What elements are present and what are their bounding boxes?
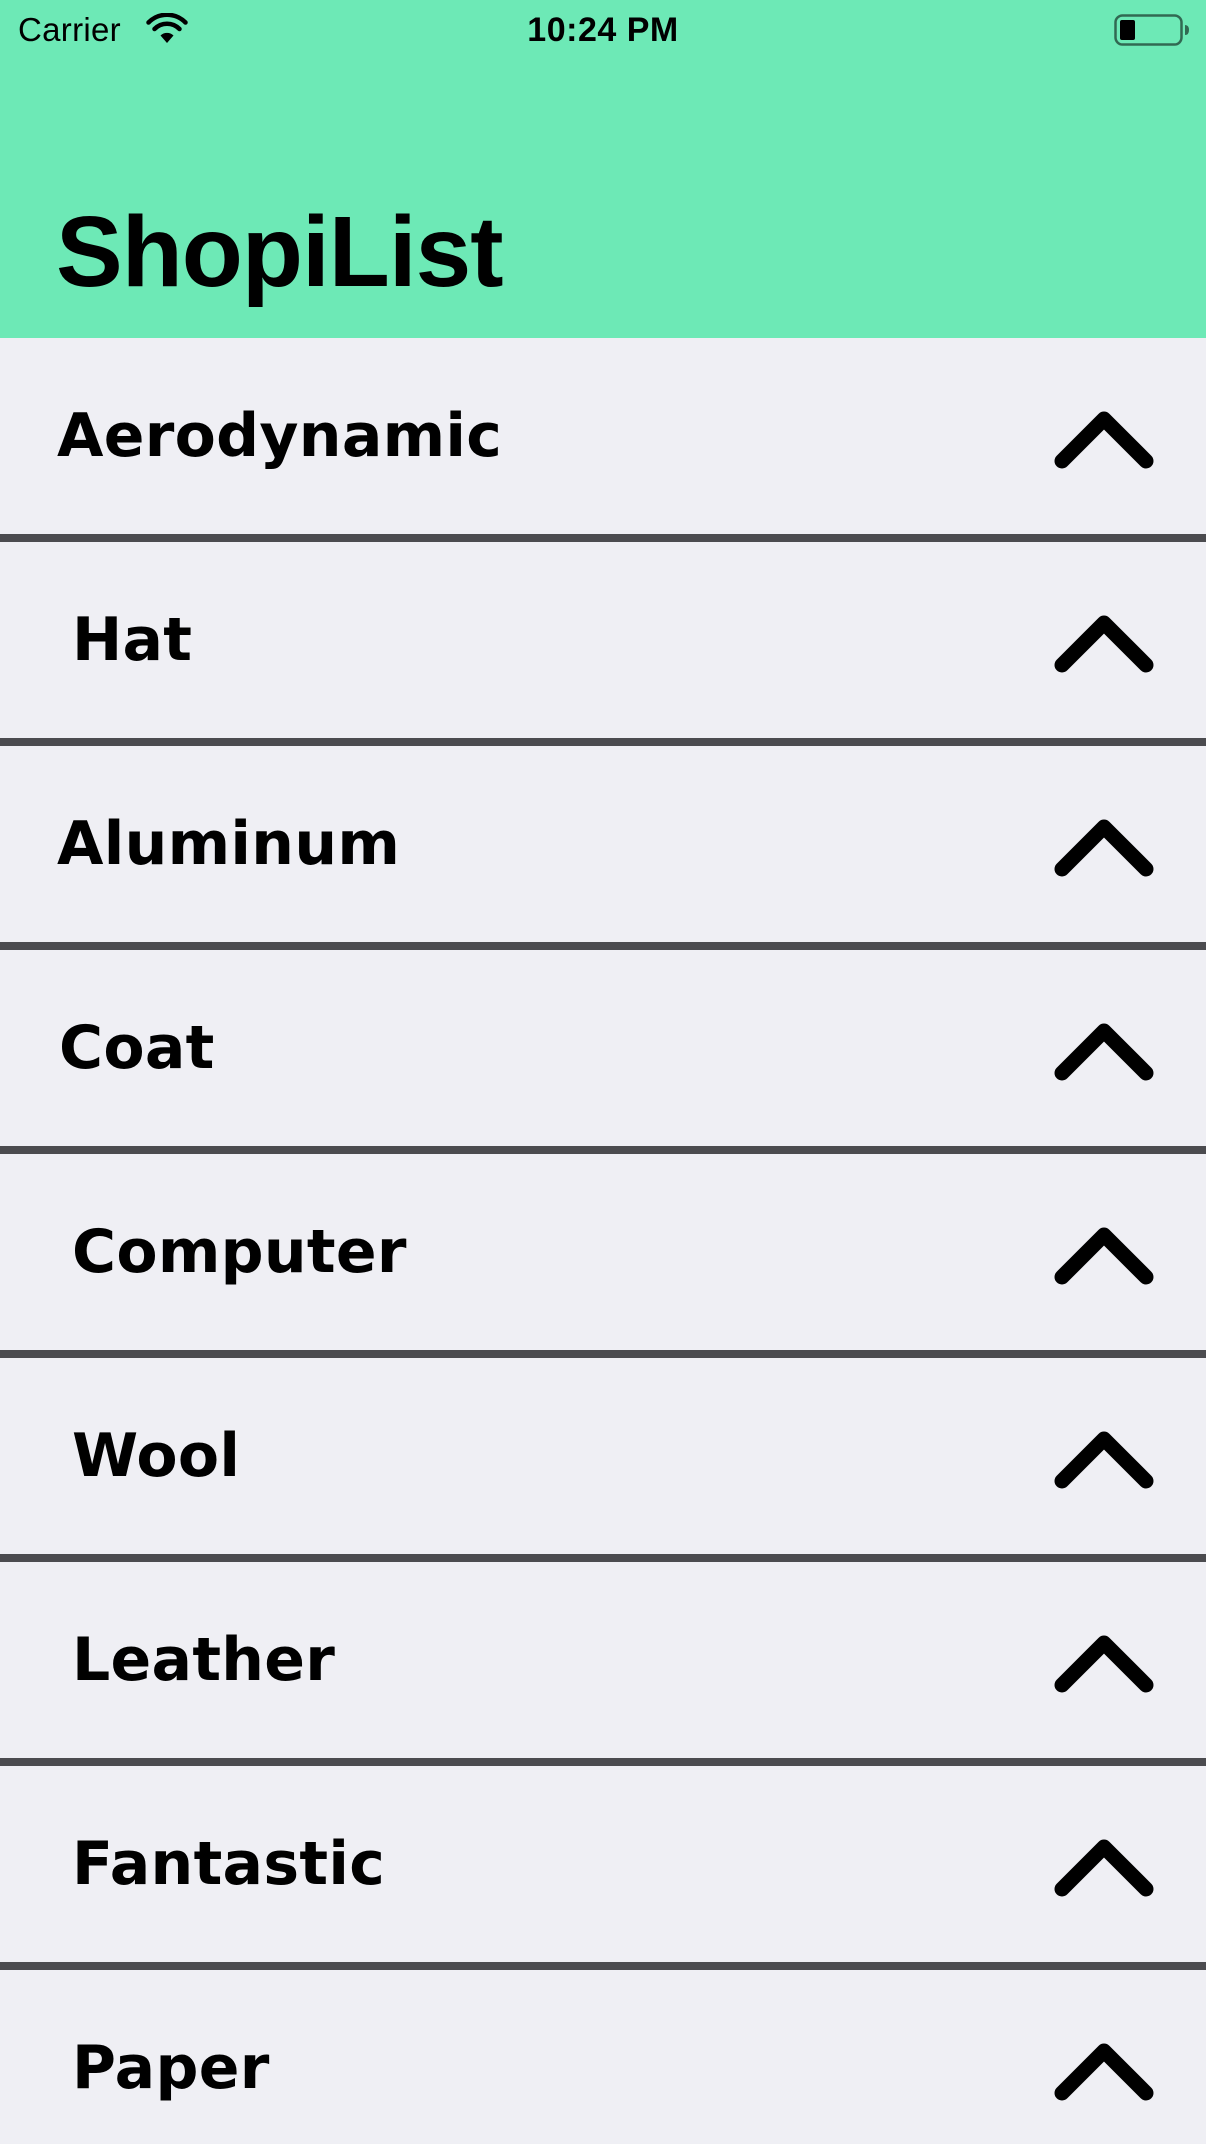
list-item[interactable]: Fantastic <box>0 1766 1206 1970</box>
chevron-up-icon[interactable] <box>1053 612 1155 674</box>
list-item[interactable]: Computer <box>0 1154 1206 1358</box>
chevron-up-icon[interactable] <box>1053 1224 1155 1286</box>
list-item-label: Aerodynamic <box>57 401 503 471</box>
chevron-up-icon[interactable] <box>1053 1836 1155 1898</box>
chevron-up-icon[interactable] <box>1053 1020 1155 1082</box>
list-item-label: Hat <box>72 605 193 675</box>
list-item-label: Leather <box>72 1625 336 1695</box>
status-bar: Carrier 10:24 PM <box>0 0 1206 60</box>
list-item-label: Fantastic <box>72 1829 386 1899</box>
list-item[interactable]: Aerodynamic <box>0 338 1206 542</box>
chevron-up-icon[interactable] <box>1053 816 1155 878</box>
chevron-up-icon[interactable] <box>1053 1632 1155 1694</box>
list-item-label: Aluminum <box>57 809 401 879</box>
list-item[interactable]: Paper <box>0 1970 1206 2144</box>
status-time: 10:24 PM <box>527 11 679 49</box>
app-header: Carrier 10:24 PM ShopiList <box>0 0 1206 338</box>
chevron-up-icon[interactable] <box>1053 408 1155 470</box>
shopping-list: Aerodynamic Hat Aluminum Coat Computer W… <box>0 338 1206 2144</box>
page-title: ShopiList <box>56 196 504 308</box>
list-item[interactable]: Leather <box>0 1562 1206 1766</box>
list-item-label: Wool <box>72 1421 241 1491</box>
list-item-label: Coat <box>59 1013 215 1083</box>
list-item[interactable]: Hat <box>0 542 1206 746</box>
list-item[interactable]: Aluminum <box>0 746 1206 950</box>
battery-icon <box>1114 14 1189 46</box>
list-item-label: Computer <box>72 1217 407 1287</box>
list-item[interactable]: Coat <box>0 950 1206 1154</box>
list-item-label: Paper <box>72 2033 270 2103</box>
chevron-up-icon[interactable] <box>1053 1428 1155 1490</box>
chevron-up-icon[interactable] <box>1053 2040 1155 2102</box>
list-item[interactable]: Wool <box>0 1358 1206 1562</box>
